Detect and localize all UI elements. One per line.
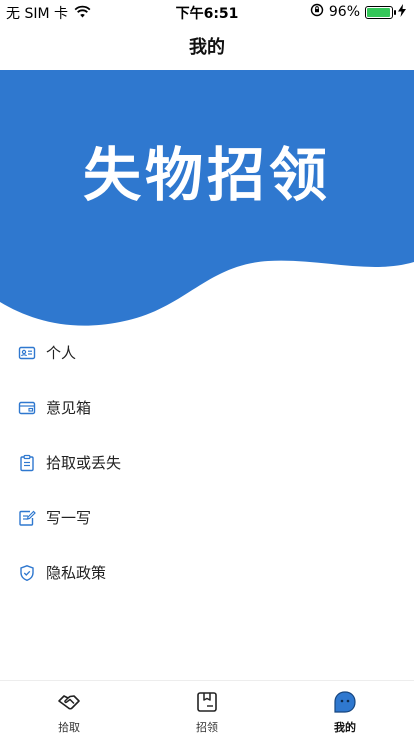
tab-pickup[interactable]: 拾取	[0, 681, 138, 736]
tab-bar: 拾取 招领 我的	[0, 680, 414, 736]
menu-item-label: 隐私政策	[46, 564, 107, 582]
battery-percent: 96%	[328, 4, 360, 20]
rotation-lock-icon	[310, 3, 324, 21]
hero-banner: 失物招领	[0, 70, 414, 330]
menu-item-privacy-policy[interactable]: 隐私政策	[0, 545, 414, 600]
tab-claim[interactable]: 招领	[138, 681, 276, 736]
menu-item-feedback-box[interactable]: 意见箱	[0, 380, 414, 435]
menu-item-personal[interactable]: 个人	[0, 325, 414, 380]
inbox-icon	[18, 399, 36, 417]
hero-title: 失物招领	[82, 141, 331, 209]
page-title: 我的	[189, 37, 225, 58]
menu-item-write[interactable]: 写一写	[0, 490, 414, 545]
menu-item-found-or-lost[interactable]: 拾取或丢失	[0, 435, 414, 490]
profile-face-icon	[333, 690, 357, 714]
status-bar: 无 SIM 卡 下午6:51 96%	[0, 0, 414, 22]
tab-label: 拾取	[58, 721, 80, 734]
menu-item-label: 个人	[46, 344, 77, 362]
tab-label: 我的	[334, 721, 356, 734]
edit-note-icon	[18, 509, 36, 527]
menu-item-label: 写一写	[46, 509, 92, 527]
menu-item-label: 意见箱	[46, 399, 92, 417]
charging-bolt-icon	[398, 3, 406, 21]
menu-item-label: 拾取或丢失	[46, 454, 122, 472]
id-card-icon	[18, 344, 36, 362]
nav-bar: 我的	[0, 22, 414, 70]
tab-mine[interactable]: 我的	[276, 681, 414, 736]
shield-check-icon	[18, 564, 36, 582]
menu-list: 个人 意见箱 拾取或丢失 写一写 隐私政策	[0, 325, 414, 600]
tab-label: 招领	[196, 721, 218, 734]
clipboard-icon	[18, 454, 36, 472]
handshake-icon	[57, 690, 81, 714]
battery-icon	[365, 5, 396, 19]
box-icon	[195, 690, 219, 714]
